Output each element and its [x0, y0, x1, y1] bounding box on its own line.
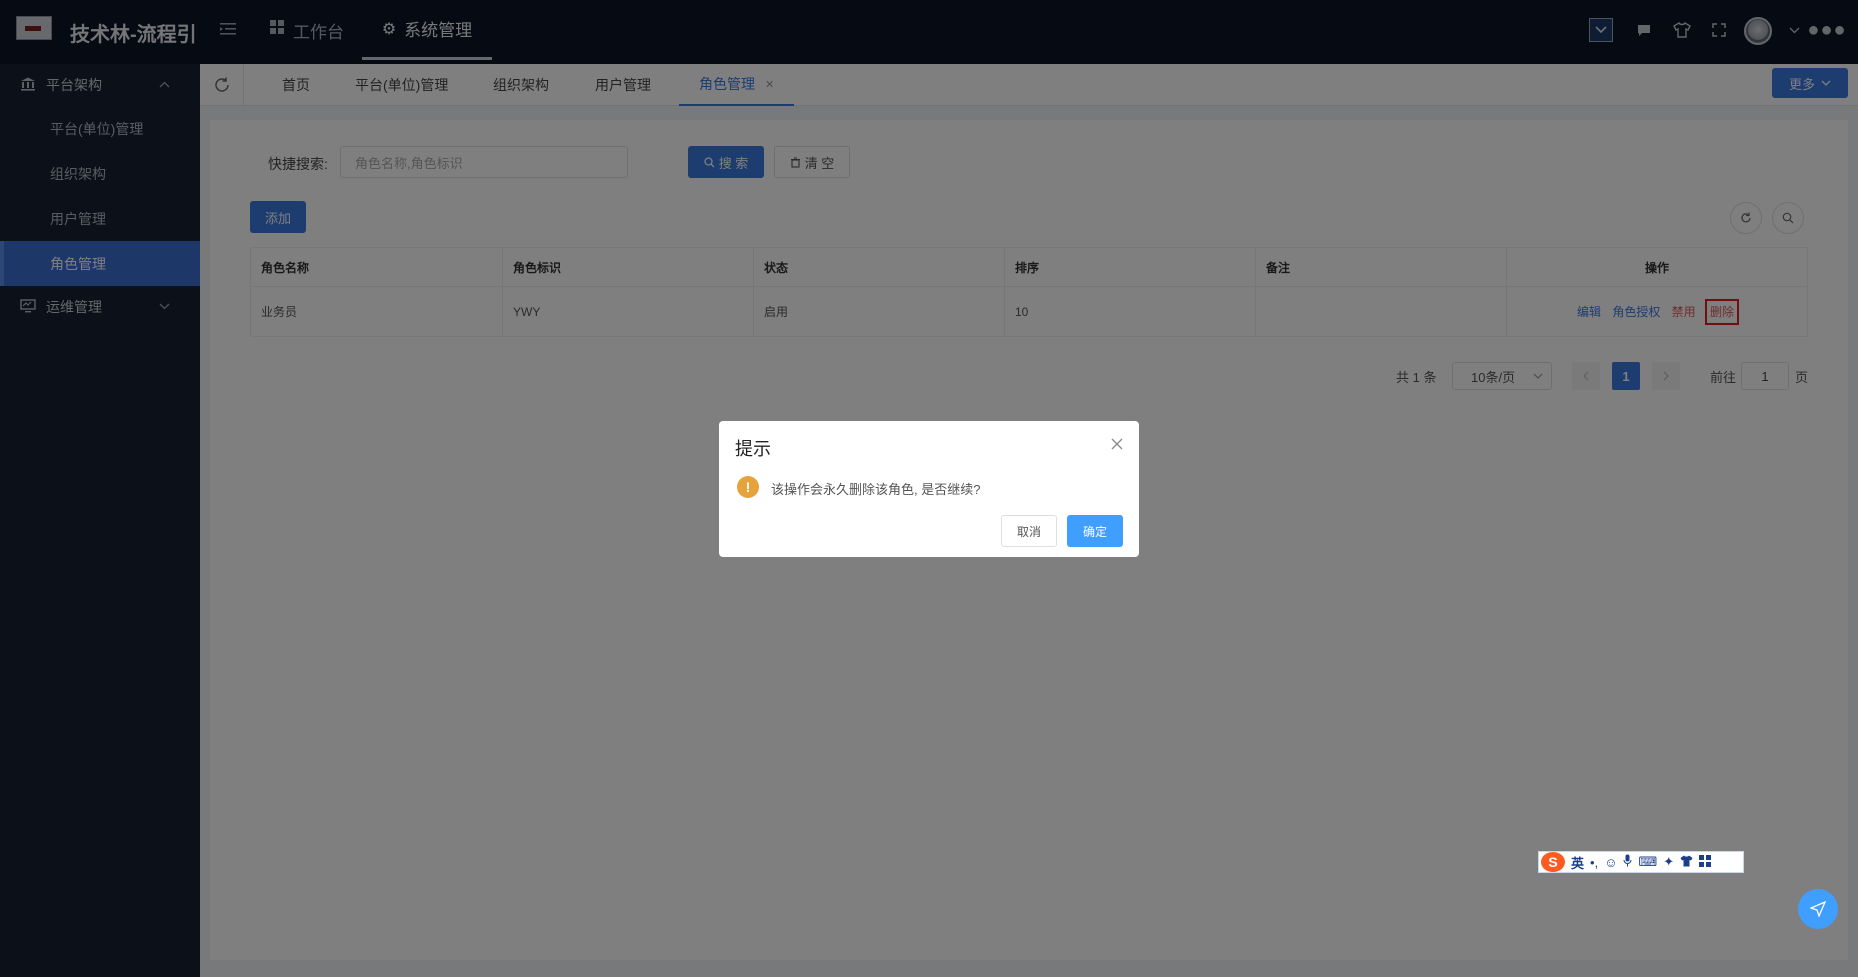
send-float-button[interactable] [1798, 889, 1838, 929]
keyboard-icon[interactable]: ⌨ [1638, 854, 1657, 870]
confirm-dialog: 提示 ! 该操作会永久删除该角色, 是否继续? 取消 确定 [719, 421, 1139, 557]
ime-toolbar[interactable]: S 英 •, ☺ ⌨ ✦ [1538, 851, 1744, 873]
skin-icon[interactable] [1680, 855, 1693, 870]
tools-icon[interactable]: ✦ [1663, 854, 1674, 870]
grid-menu-icon[interactable] [1699, 854, 1712, 870]
ime-language[interactable]: 英 [1571, 853, 1584, 872]
warning-icon: ! [737, 476, 759, 498]
emoji-icon[interactable]: ☺ [1604, 855, 1617, 870]
dialog-title: 提示 [735, 439, 771, 459]
confirm-button[interactable]: 确定 [1067, 515, 1123, 547]
dialog-message: 该操作会永久删除该角色, 是否继续? [771, 482, 981, 497]
cancel-button[interactable]: 取消 [1001, 515, 1057, 547]
punctuation-icon[interactable]: •, [1590, 855, 1598, 870]
close-icon[interactable] [1111, 437, 1123, 455]
sogou-logo-icon: S [1541, 852, 1565, 872]
microphone-icon[interactable] [1623, 854, 1632, 870]
send-icon [1810, 901, 1826, 917]
